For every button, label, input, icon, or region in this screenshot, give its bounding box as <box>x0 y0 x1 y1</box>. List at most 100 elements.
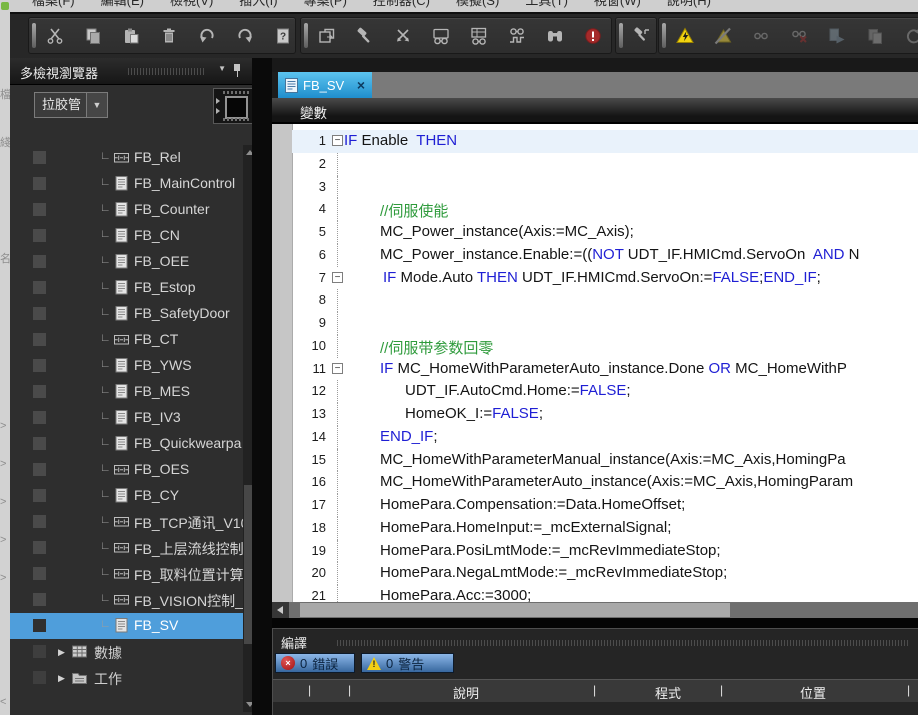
tree-item-FB_取料位置计算[interactable]: ∟FB_取料位置计算 <box>10 561 243 587</box>
io-map-icon[interactable] <box>507 26 527 46</box>
code-line-21[interactable]: 21HomePara.Acc:=3000; <box>292 585 918 602</box>
search-help-icon[interactable]: ? <box>273 26 293 46</box>
fold-toggle-icon[interactable]: − <box>332 135 343 146</box>
code-line-2[interactable]: 2 <box>292 153 918 176</box>
cut-icon[interactable] <box>45 26 65 46</box>
check-all-programs-icon[interactable] <box>469 26 489 46</box>
breakpoint-gutter[interactable] <box>272 124 293 602</box>
code-line-17[interactable]: 17HomePara.Compensation:=Data.HomeOffset… <box>292 494 918 517</box>
column-header-2[interactable]: 位置 <box>783 683 843 702</box>
tab-close-icon[interactable]: × <box>357 77 365 93</box>
code-line-19[interactable]: 19HomePara.PosiLmtMode:=_mcRevImmediateS… <box>292 540 918 563</box>
monitor-icon[interactable] <box>751 26 771 46</box>
tree-item-FB_Estop[interactable]: ∟FB_Estop <box>10 275 243 301</box>
menu-item-6[interactable]: 模擬(S) <box>456 0 499 11</box>
rebuild-icon[interactable] <box>393 26 413 46</box>
go-online-icon[interactable] <box>675 26 695 46</box>
column-header-1[interactable]: 程式 <box>638 683 698 702</box>
menu-item-1[interactable]: 編輯(E) <box>101 0 144 11</box>
copy-icon[interactable] <box>83 26 103 46</box>
code-line-10[interactable]: 10//伺服带参数回零 <box>292 335 918 358</box>
undo-icon[interactable] <box>197 26 217 46</box>
panel-divider[interactable] <box>252 58 272 715</box>
dropdown-arrow-icon[interactable]: ▼ <box>86 93 107 117</box>
expander-icon[interactable]: ▶ <box>58 673 65 684</box>
go-offline-icon[interactable] <box>713 26 733 46</box>
menu-item-2[interactable]: 檢視(V) <box>170 0 213 11</box>
tab-fb-sv[interactable]: FB_SV × <box>278 72 372 98</box>
code-line-6[interactable]: 6MC_Power_instance.Enable:=((NOT UDT_IF.… <box>292 244 918 267</box>
tree-item-數據[interactable]: ▶數據 <box>10 639 243 665</box>
column-header-0[interactable]: 說明 <box>436 683 496 702</box>
device-selector[interactable]: 拉胶管 ▼ <box>34 92 108 118</box>
tree-item-工作[interactable]: ▶工作 <box>10 665 243 691</box>
menu-item-7[interactable]: 工具(T) <box>525 0 568 11</box>
redo-icon[interactable] <box>235 26 255 46</box>
code-line-1[interactable]: 1−IF Enable THEN <box>292 130 918 153</box>
tree-item-FB_Quickwearpa[interactable]: ∟FB_Quickwearpa <box>10 431 243 457</box>
tree-scrollbar[interactable] <box>243 145 252 712</box>
code-line-7[interactable]: 7−IF Mode.Auto THEN UDT_IF.HMICmd.ServoO… <box>292 267 918 290</box>
tree-item-FB_YWS[interactable]: ∟FB_YWS <box>10 353 243 379</box>
tree-item-FB_MES[interactable]: ∟FB_MES <box>10 379 243 405</box>
fold-toggle-icon[interactable]: − <box>332 363 343 374</box>
sync-icon[interactable] <box>903 26 918 46</box>
errors-filter-button[interactable]: × 0 錯誤 <box>275 653 355 673</box>
tree-item-FB_OES[interactable]: ∟FB_OES <box>10 457 243 483</box>
tree-item-FB_IV3[interactable]: ∟FB_IV3 <box>10 405 243 431</box>
rebuild-controller-icon[interactable] <box>632 26 652 46</box>
menu-item-9[interactable]: 說明(H) <box>667 0 711 11</box>
code-line-4[interactable]: 4//伺服使能 <box>292 198 918 221</box>
hscroll-thumb[interactable] <box>300 603 730 617</box>
code-horizontal-scrollbar[interactable] <box>272 602 918 618</box>
tree-item-FB_SV[interactable]: ∟FB_SV <box>10 613 243 639</box>
tree-item-FB_Rel[interactable]: ∟FB_Rel <box>10 145 243 171</box>
menu-item-8[interactable]: 視窗(W) <box>594 0 641 11</box>
delete-icon[interactable] <box>159 26 179 46</box>
error-list-icon[interactable] <box>583 26 603 46</box>
fold-toggle-icon[interactable]: − <box>332 272 343 283</box>
menu-item-3[interactable]: 插入(I) <box>239 0 277 11</box>
code-line-3[interactable]: 3 <box>292 176 918 199</box>
pin-icon[interactable] <box>232 64 242 77</box>
code-line-14[interactable]: 14END_IF; <box>292 426 918 449</box>
scroll-left-icon[interactable] <box>272 602 289 618</box>
code-line-9[interactable]: 9 <box>292 312 918 335</box>
warnings-filter-button[interactable]: 0 警告 <box>361 653 454 673</box>
menu-item-0[interactable]: 檔案(F) <box>32 0 75 11</box>
code-line-18[interactable]: 18HomePara.HomeInput:=_mcExternalSignal; <box>292 517 918 540</box>
variables-bar[interactable]: 變數 <box>272 98 918 124</box>
tree-item-FB_CY[interactable]: ∟FB_CY <box>10 483 243 509</box>
copy-pages-icon[interactable] <box>865 26 885 46</box>
export-window-icon[interactable] <box>317 26 337 46</box>
tree-item-FB_SafetyDoor[interactable]: ∟FB_SafetyDoor <box>10 301 243 327</box>
tree-item-FB_TCP通讯_V10[interactable]: ∟FB_TCP通讯_V10 <box>10 509 243 535</box>
chevron-down-icon[interactable]: ▼ <box>218 64 226 73</box>
tree-item-FB_CN[interactable]: ∟FB_CN <box>10 223 243 249</box>
code-line-13[interactable]: 13HomeOK_I:=FALSE; <box>292 403 918 426</box>
tree-item-FB_上层流线控制[interactable]: ∟FB_上层流线控制 <box>10 535 243 561</box>
tree-item-FB_MainControl[interactable]: ∟FB_MainControl <box>10 171 243 197</box>
paste-icon[interactable] <box>121 26 141 46</box>
scroll-thumb[interactable] <box>244 485 252 644</box>
tree-item-FB_OEE[interactable]: ∟FB_OEE <box>10 249 243 275</box>
code-line-20[interactable]: 20HomePara.NegaLmtMode:=_mcRevImmediateS… <box>292 562 918 585</box>
code-line-12[interactable]: 12UDT_IF.AutoCmd.Home:=FALSE; <box>292 380 918 403</box>
st-code-editor[interactable]: 1−IF Enable THEN234//伺服使能5MC_Power_insta… <box>272 124 918 602</box>
search-icon[interactable] <box>545 26 565 46</box>
build-icon[interactable] <box>355 26 375 46</box>
menu-item-4[interactable]: 專案(P) <box>304 0 347 11</box>
expander-icon[interactable]: ▶ <box>58 647 65 658</box>
tree-item-FB_CT[interactable]: ∟FB_CT <box>10 327 243 353</box>
tree-item-FB_VISION控制_[interactable]: ∟FB_VISION控制_ <box>10 587 243 613</box>
code-line-5[interactable]: 5MC_Power_instance(Axis:=MC_Axis); <box>292 221 918 244</box>
code-line-15[interactable]: 15MC_HomeWithParameterManual_instance(Ax… <box>292 449 918 472</box>
code-line-8[interactable]: 8 <box>292 289 918 312</box>
menu-item-5[interactable]: 控制器(C) <box>373 0 430 11</box>
code-line-16[interactable]: 16MC_HomeWithParameterAuto_instance(Axis… <box>292 471 918 494</box>
transfer-icon[interactable] <box>827 26 847 46</box>
code-line-11[interactable]: 11−IF MC_HomeWithParameterAuto_instance.… <box>292 358 918 381</box>
check-program-icon[interactable] <box>431 26 451 46</box>
tree-item-FB_Counter[interactable]: ∟FB_Counter <box>10 197 243 223</box>
stop-monitor-icon[interactable] <box>789 26 809 46</box>
